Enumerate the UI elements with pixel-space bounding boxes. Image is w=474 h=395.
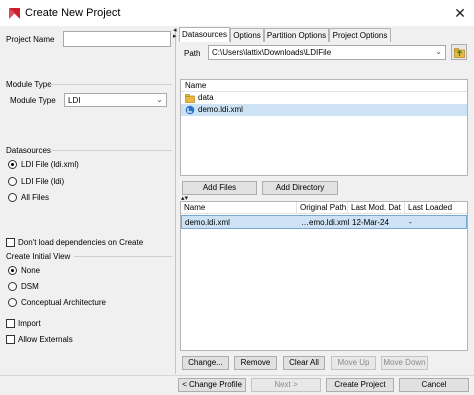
module-type-select[interactable]: LDI ⌄	[64, 93, 167, 107]
table-row[interactable]: demo.ldi.xml …emo.ldi.xml 12-Mar-24 -	[181, 215, 467, 229]
allow-externals-label: Allow Externals	[18, 335, 73, 344]
table-cell: …emo.ldi.xml	[301, 218, 349, 227]
import-checkbox[interactable]	[6, 319, 15, 328]
add-files-button[interactable]: Add Files	[182, 181, 257, 195]
column-header-original-path[interactable]: Original Path	[297, 202, 348, 214]
tab-datasources[interactable]: Datasources	[179, 27, 230, 42]
table-cell: demo.ldi.xml	[185, 218, 230, 227]
column-header-last-mod[interactable]: Last Mod. Dat	[348, 202, 405, 214]
datasource-option-label: LDI File (ldi.xml)	[21, 160, 79, 169]
cancel-button[interactable]: Cancel	[399, 378, 469, 392]
clear-all-button[interactable]: Clear All	[283, 356, 325, 370]
project-name-input[interactable]	[63, 31, 171, 47]
splitter[interactable]	[175, 28, 176, 374]
file-browser-header: Name	[181, 80, 467, 92]
tab-project-options[interactable]: Project Options	[329, 28, 391, 42]
dont-load-dependencies-checkbox[interactable]	[6, 238, 15, 247]
chevron-down-icon: ⌄	[435, 47, 442, 56]
datasource-table[interactable]: Name Original Path Last Mod. Dat Last Lo…	[180, 201, 468, 351]
tab-partition-options[interactable]: Partition Options	[264, 28, 329, 42]
table-cell: -	[409, 218, 412, 227]
list-item-selected[interactable]: demo.ldi.xml	[181, 104, 467, 116]
list-item-label: demo.ldi.xml	[198, 105, 243, 114]
list-item-label: data	[198, 93, 214, 102]
path-label: Path	[184, 49, 201, 58]
close-icon[interactable]: ✕	[450, 3, 470, 23]
file-browser[interactable]: Name data demo.ldi.xml	[180, 79, 468, 176]
remove-button[interactable]: Remove	[234, 356, 277, 370]
column-header-last-loaded[interactable]: Last Loaded	[405, 202, 467, 214]
initial-view-section-label: Create Initial View	[6, 252, 71, 261]
folder-icon	[185, 94, 195, 103]
move-down-button[interactable]: Move Down	[381, 356, 428, 370]
allow-externals-checkbox[interactable]	[6, 335, 15, 344]
change-button[interactable]: Change...	[182, 356, 229, 370]
datasource-radio-ldi[interactable]	[8, 177, 17, 186]
file-browser-header-name: Name	[185, 81, 207, 90]
column-header-name[interactable]: Name	[181, 202, 297, 214]
window-title: Create New Project	[25, 7, 121, 19]
splitter-collapse-icon[interactable]: ◂ ▸	[173, 27, 177, 40]
view-radio-conceptual[interactable]	[8, 298, 17, 307]
module-type-section-label: Module Type	[6, 80, 52, 89]
tab-options[interactable]: Options	[230, 28, 264, 42]
change-profile-button[interactable]: < Change Profile	[178, 378, 246, 392]
datasource-option-label: All Files	[21, 193, 50, 202]
app-logo-icon	[9, 8, 20, 19]
table-cell: 12-Mar-24	[352, 218, 389, 227]
footer-divider	[0, 375, 474, 376]
list-item[interactable]: data	[181, 92, 467, 104]
project-name-label: Project Name	[6, 35, 55, 44]
file-icon	[185, 105, 195, 115]
table-header: Name Original Path Last Mod. Dat Last Lo…	[181, 202, 467, 214]
datasource-radio-ldi-xml[interactable]	[8, 160, 17, 169]
create-project-button[interactable]: Create Project	[326, 378, 394, 392]
section-divider	[52, 150, 172, 151]
chevron-down-icon: ⌄	[156, 95, 163, 104]
section-divider	[74, 256, 172, 257]
folder-up-icon	[454, 48, 465, 58]
path-value: C:\Users\lattix\Downloads\LDIFile	[212, 48, 332, 57]
view-option-label: None	[21, 266, 41, 275]
path-select[interactable]: C:\Users\lattix\Downloads\LDIFile ⌄	[208, 45, 446, 60]
title-bar: Create New Project ✕	[0, 0, 474, 26]
module-type-value: LDI	[68, 96, 81, 105]
add-directory-button[interactable]: Add Directory	[262, 181, 338, 195]
datasources-section-label: Datasources	[6, 146, 51, 155]
view-option-label: DSM	[21, 282, 39, 291]
dont-load-dependencies-label: Don't load dependencies on Create	[18, 238, 144, 247]
view-radio-none[interactable]	[8, 266, 17, 275]
section-divider	[50, 84, 172, 85]
datasource-radio-all[interactable]	[8, 193, 17, 202]
move-up-button[interactable]: Move Up	[331, 356, 376, 370]
view-radio-dsm[interactable]	[8, 282, 17, 291]
import-label: Import	[18, 319, 41, 328]
datasource-option-label: LDI File (ldi)	[21, 177, 65, 186]
next-button[interactable]: Next >	[251, 378, 321, 392]
view-option-label: Conceptual Architecture	[21, 298, 106, 307]
parent-folder-button[interactable]	[451, 44, 467, 60]
module-type-label: Module Type	[10, 96, 56, 105]
